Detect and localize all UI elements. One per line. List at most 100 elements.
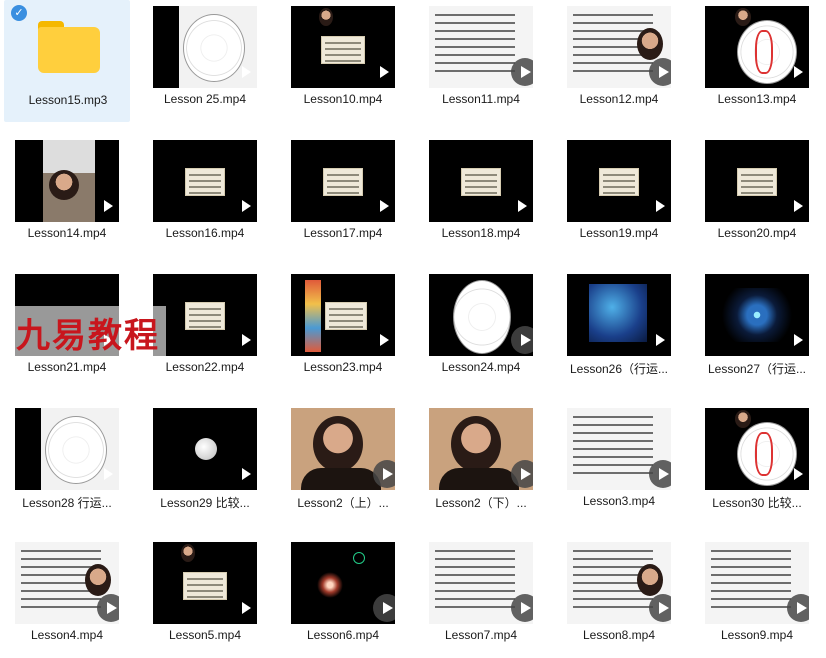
file-name-label: Lesson10.mp4 xyxy=(303,92,383,106)
avatar xyxy=(313,416,363,472)
avatar xyxy=(49,170,79,200)
file-name-label: Lesson14.mp4 xyxy=(27,226,107,240)
file-name-label: Lesson29 比较... xyxy=(160,496,250,510)
video-thumbnail xyxy=(567,274,671,356)
video-thumbnail xyxy=(291,6,395,88)
file-tile[interactable]: Lesson13.mp4 xyxy=(694,0,820,122)
video-thumbnail xyxy=(567,408,671,490)
play-icon xyxy=(794,66,803,78)
play-icon xyxy=(104,468,113,480)
play-icon xyxy=(649,58,671,86)
file-tile[interactable]: Lesson23.mp4 xyxy=(280,268,406,390)
play-icon xyxy=(787,594,809,622)
document-slide xyxy=(183,572,227,600)
play-icon xyxy=(794,468,803,480)
file-tile[interactable]: Lesson24.mp4 xyxy=(418,268,544,390)
file-tile[interactable]: ✓ Lesson15.mp3 xyxy=(4,0,130,122)
file-tile[interactable]: Lesson9.mp4 xyxy=(694,536,820,658)
play-icon xyxy=(242,468,251,480)
play-icon xyxy=(242,66,251,78)
file-tile[interactable]: Lesson12.mp4 xyxy=(556,0,682,122)
file-tile[interactable]: Lesson30 比较... xyxy=(694,402,820,524)
file-tile[interactable]: Lesson11.mp4 xyxy=(418,0,544,122)
chart-wheel xyxy=(45,416,107,484)
file-name-label: Lesson9.mp4 xyxy=(720,628,794,642)
play-icon xyxy=(373,594,395,622)
document-slide xyxy=(599,168,639,196)
video-thumbnail xyxy=(567,140,671,222)
file-name-label: Lesson24.mp4 xyxy=(441,360,521,374)
avatar xyxy=(735,410,751,428)
document-slide xyxy=(323,168,363,196)
document-slide xyxy=(325,302,367,330)
file-name-label: Lesson15.mp3 xyxy=(28,93,108,107)
document-slide xyxy=(321,36,365,64)
file-tile[interactable]: Lesson20.mp4 xyxy=(694,134,820,256)
file-tile[interactable]: Lesson27（行运... xyxy=(694,268,820,390)
file-name-label: Lesson30 比较... xyxy=(712,496,802,510)
file-name-label: Lesson28 行运... xyxy=(22,496,112,510)
file-tile[interactable]: Lesson7.mp4 xyxy=(418,536,544,658)
avatar xyxy=(637,28,663,60)
file-name-label: Lesson18.mp4 xyxy=(441,226,521,240)
file-tile[interactable]: Lesson16.mp4 xyxy=(142,134,268,256)
play-icon xyxy=(518,200,527,212)
chart-wheel xyxy=(183,14,245,82)
chart-wheel xyxy=(453,280,511,354)
file-tile[interactable]: Lesson8.mp4 xyxy=(556,536,682,658)
play-icon xyxy=(380,66,389,78)
video-thumbnail xyxy=(291,274,395,356)
file-tile[interactable]: Lesson2（上）... xyxy=(280,402,406,524)
video-thumbnail xyxy=(291,140,395,222)
video-thumbnail xyxy=(705,408,809,490)
folder-icon xyxy=(38,21,100,73)
video-thumbnail xyxy=(429,274,533,356)
file-tile[interactable]: Lesson19.mp4 xyxy=(556,134,682,256)
file-tile[interactable]: Lesson14.mp4 xyxy=(4,134,130,256)
file-tile[interactable]: Lesson4.mp4 xyxy=(4,536,130,658)
play-icon xyxy=(511,594,533,622)
play-icon xyxy=(511,460,533,488)
file-name-label: Lesson6.mp4 xyxy=(306,628,380,642)
avatar xyxy=(85,564,111,596)
video-thumbnail xyxy=(429,140,533,222)
file-name-label: Lesson22.mp4 xyxy=(165,360,245,374)
video-thumbnail xyxy=(153,274,257,356)
file-tile[interactable]: Lesson17.mp4 xyxy=(280,134,406,256)
video-thumbnail xyxy=(291,408,395,490)
document-slide xyxy=(185,302,225,330)
video-thumbnail xyxy=(291,542,395,624)
file-tile[interactable]: Lesson28 行运... xyxy=(4,402,130,524)
video-thumbnail xyxy=(705,274,809,356)
play-icon xyxy=(242,200,251,212)
file-tile[interactable]: Lesson18.mp4 xyxy=(418,134,544,256)
file-name-label: Lesson11.mp4 xyxy=(442,92,520,106)
file-tile[interactable]: Lesson10.mp4 xyxy=(280,0,406,122)
play-icon xyxy=(794,200,803,212)
video-thumbnail xyxy=(429,542,533,624)
file-tile[interactable]: Lesson3.mp4 xyxy=(556,402,682,524)
play-icon xyxy=(242,334,251,346)
file-tile[interactable]: Lesson2（下）... xyxy=(418,402,544,524)
play-icon xyxy=(373,460,395,488)
file-name-label: Lesson12.mp4 xyxy=(579,92,659,106)
file-tile[interactable]: Lesson5.mp4 xyxy=(142,536,268,658)
avatar xyxy=(735,8,751,26)
file-name-label: Lesson5.mp4 xyxy=(168,628,242,642)
file-tile[interactable]: Lesson26（行运... xyxy=(556,268,682,390)
play-icon xyxy=(649,460,671,488)
file-tile[interactable]: Lesson 25.mp4 xyxy=(142,0,268,122)
video-thumbnail xyxy=(153,6,257,88)
file-tile[interactable]: Lesson6.mp4 xyxy=(280,536,406,658)
avatar xyxy=(181,544,195,562)
file-name-label: Lesson20.mp4 xyxy=(717,226,797,240)
document-slide xyxy=(185,168,225,196)
play-icon xyxy=(104,200,113,212)
video-thumbnail xyxy=(153,140,257,222)
check-icon: ✓ xyxy=(11,5,27,21)
video-thumbnail xyxy=(705,140,809,222)
file-tile[interactable]: Lesson29 比较... xyxy=(142,402,268,524)
file-name-label: Lesson16.mp4 xyxy=(165,226,245,240)
file-name-label: Lesson21.mp4 xyxy=(27,360,107,374)
video-thumbnail xyxy=(153,542,257,624)
